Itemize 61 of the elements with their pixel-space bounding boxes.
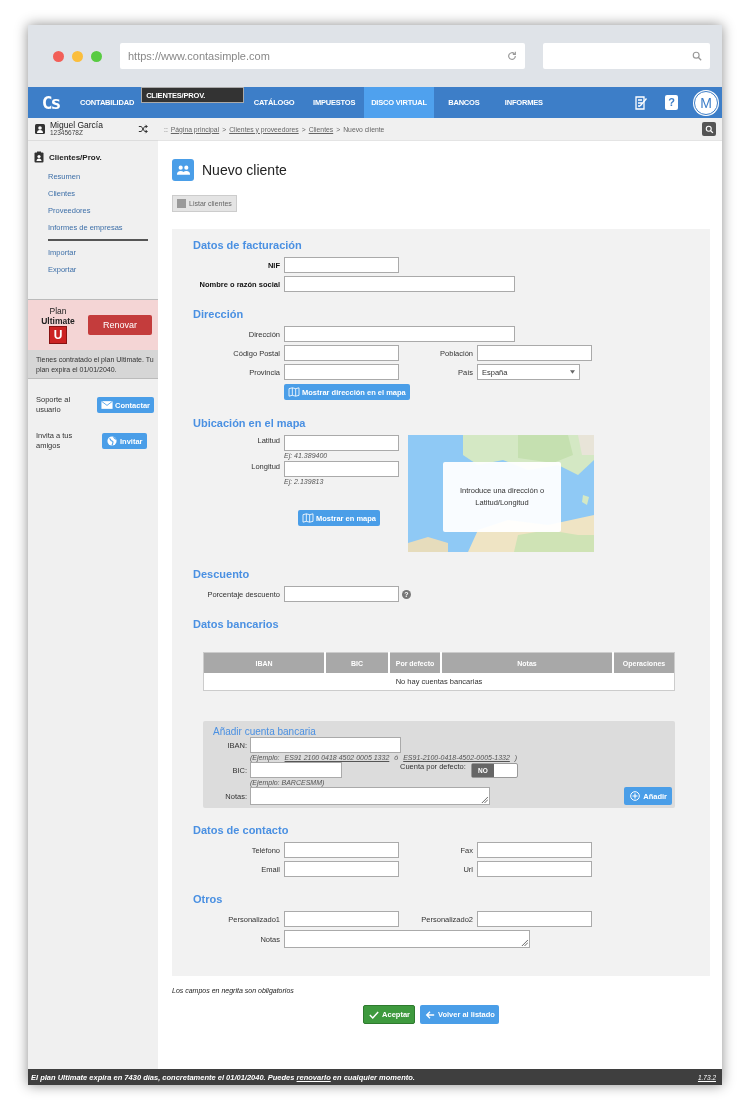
resize-grip-icon: [481, 796, 488, 803]
plan-label: Plan: [49, 306, 67, 316]
help-button[interactable]: ?: [665, 95, 678, 110]
user-card-icon: [34, 123, 46, 135]
arrow-left-icon: [424, 1009, 436, 1020]
text-field[interactable]: [477, 861, 592, 877]
text-field[interactable]: [284, 461, 399, 477]
notes-field[interactable]: [250, 787, 490, 805]
map-icon: [288, 387, 300, 397]
map-icon: [302, 513, 314, 523]
text-field[interactable]: [284, 257, 399, 273]
mail-icon: [101, 400, 113, 410]
minimize-window-dot[interactable]: [72, 50, 83, 62]
text-field[interactable]: [284, 276, 515, 292]
sidebar-section-title: Clientes/Prov.: [49, 152, 102, 162]
search-icon: [692, 51, 702, 61]
reload-icon[interactable]: [507, 51, 517, 61]
user-avatar[interactable]: M: [694, 90, 718, 115]
section-heading: Ubicación en el mapa: [193, 417, 307, 429]
text-field[interactable]: [284, 435, 399, 451]
notes-field[interactable]: [284, 930, 530, 948]
clipboard-user-icon: [33, 151, 45, 163]
people-icon: [172, 159, 194, 181]
app-logo[interactable]: Cs: [28, 87, 73, 118]
resize-grip-icon: [521, 939, 528, 946]
user-name: Miguel García: [50, 121, 103, 129]
close-window-dot[interactable]: [53, 50, 64, 62]
section-heading: Otros: [193, 893, 224, 905]
section-heading: Descuento: [193, 568, 251, 580]
globe-icon: [106, 436, 118, 446]
section-heading: Datos de facturación: [193, 239, 303, 251]
text-field[interactable]: [284, 861, 399, 877]
panel-heading: Añadir cuenta bancaria: [213, 726, 317, 737]
edit-notes-icon[interactable]: [633, 94, 649, 111]
text-field[interactable]: [284, 842, 399, 858]
section-heading: Datos bancarios: [193, 618, 280, 630]
caret-icon: [570, 370, 575, 374]
shuffle-icon[interactable]: [138, 124, 148, 134]
maximize-window-dot[interactable]: [91, 50, 102, 62]
text-field[interactable]: [477, 842, 592, 858]
discount-field[interactable]: [284, 586, 399, 602]
plan-badge: U: [49, 326, 67, 344]
plan-name: Ultimate: [41, 316, 75, 326]
list-icon: [177, 199, 186, 208]
text-field[interactable]: [284, 345, 399, 361]
text-field[interactable]: [284, 364, 399, 380]
address-bar[interactable]: https://www.contasimple.com: [120, 43, 525, 69]
plus-circle-icon: [629, 791, 642, 801]
text-field[interactable]: [284, 911, 399, 927]
renew-button[interactable]: Renovar: [88, 315, 152, 335]
browser-search-field[interactable]: [543, 43, 710, 69]
iban-field[interactable]: [250, 737, 401, 753]
section-heading: Datos de contacto: [193, 824, 290, 836]
bic-field[interactable]: [250, 762, 342, 778]
section-heading: Dirección: [193, 308, 245, 320]
check-icon: [368, 1009, 381, 1020]
page-title: Nuevo cliente: [202, 162, 287, 178]
text-field[interactable]: [477, 911, 592, 927]
search-button[interactable]: [702, 122, 716, 136]
text-field[interactable]: [477, 345, 592, 361]
text-field[interactable]: [284, 326, 515, 342]
